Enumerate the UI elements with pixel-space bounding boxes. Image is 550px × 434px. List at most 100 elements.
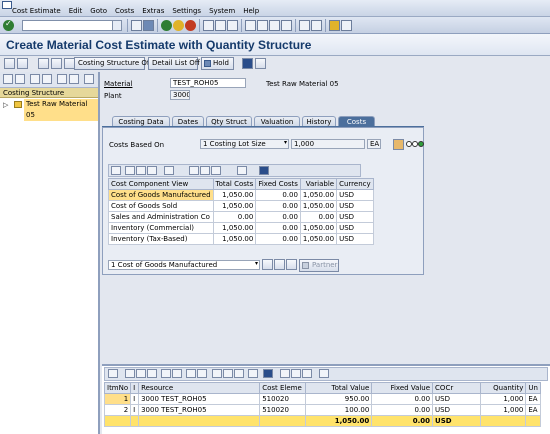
shortcut-icon[interactable] bbox=[311, 20, 322, 31]
material-field[interactable]: TEST_ROH05 bbox=[170, 78, 246, 88]
filter-icon[interactable] bbox=[30, 74, 40, 84]
find-icon[interactable] bbox=[84, 74, 94, 84]
info-icon[interactable] bbox=[263, 369, 273, 378]
other-cost-estimate-icon[interactable] bbox=[4, 58, 15, 69]
column-header[interactable]: I bbox=[130, 382, 140, 394]
detail-list-off-button[interactable]: Detail List Off bbox=[148, 57, 200, 70]
table-row[interactable]: Sales and Administration Co 0.00 0.00 0.… bbox=[108, 211, 374, 223]
column-header[interactable]: Quantity bbox=[480, 382, 527, 394]
first-page-icon[interactable] bbox=[245, 20, 256, 31]
exit-icon[interactable] bbox=[173, 20, 184, 31]
cell-item-number[interactable]: 2 bbox=[103, 404, 132, 416]
create-session-icon[interactable] bbox=[299, 20, 310, 31]
layout-menu-icon[interactable] bbox=[341, 20, 352, 31]
cell-view[interactable]: Inventory (Commercial) bbox=[108, 222, 214, 234]
print-preview-icon[interactable] bbox=[57, 74, 67, 84]
layout-icon[interactable] bbox=[248, 369, 258, 378]
table-row[interactable]: Cost of Goods Manufactured 1,050.00 0.00… bbox=[108, 189, 374, 201]
cost-display-icon[interactable] bbox=[393, 139, 404, 150]
sum-icon[interactable] bbox=[164, 166, 174, 175]
column-header[interactable]: Total Value bbox=[305, 382, 373, 394]
menu-cost-estimate[interactable]: Cost Estimate bbox=[12, 7, 61, 15]
column-header[interactable]: Fixed Costs bbox=[255, 178, 301, 190]
menu-system[interactable]: System bbox=[209, 7, 235, 15]
find-icon[interactable] bbox=[215, 20, 226, 31]
cost-component-view-icon[interactable] bbox=[255, 58, 266, 69]
costing-structure-off-button[interactable]: Costing Structure Off bbox=[74, 57, 152, 70]
save-icon[interactable] bbox=[143, 20, 154, 31]
select-all-icon[interactable] bbox=[302, 369, 312, 378]
column-header[interactable]: Resource bbox=[138, 382, 261, 394]
info-icon[interactable] bbox=[242, 58, 253, 69]
previous-object-icon[interactable] bbox=[38, 58, 49, 69]
column-settings-icon[interactable] bbox=[69, 74, 79, 84]
column-header[interactable]: Un bbox=[525, 382, 541, 394]
table-row[interactable]: Inventory (Commercial) 1,050.00 0.00 1,0… bbox=[108, 222, 374, 234]
dropdown-arrow-icon[interactable]: ▾ bbox=[284, 140, 287, 147]
cell-view[interactable]: Sales and Administration Co bbox=[108, 211, 214, 223]
print-icon[interactable] bbox=[189, 166, 199, 175]
cell-item-number[interactable]: 1 bbox=[103, 393, 132, 405]
expand-triangle-icon[interactable]: ▷ bbox=[3, 100, 8, 111]
cost-components-icon[interactable] bbox=[319, 369, 329, 378]
column-header[interactable]: Cost Component View bbox=[108, 178, 214, 190]
delete-row-icon[interactable] bbox=[291, 369, 301, 378]
menu-edit[interactable]: Edit bbox=[69, 7, 83, 15]
layout-icon[interactable] bbox=[237, 166, 247, 175]
find-icon[interactable] bbox=[147, 166, 157, 175]
cost-component-view-select[interactable]: 1 Cost of Goods Manufactured ▾ bbox=[108, 260, 260, 270]
details-icon[interactable] bbox=[108, 369, 118, 378]
back-icon[interactable] bbox=[161, 20, 172, 31]
find-icon[interactable] bbox=[147, 369, 157, 378]
cell-view[interactable]: Cost of Goods Manufactured bbox=[108, 189, 214, 201]
sum-icon[interactable] bbox=[186, 369, 196, 378]
dropdown-arrow-icon[interactable]: ▾ bbox=[255, 261, 258, 268]
cancel-icon[interactable] bbox=[185, 20, 196, 31]
cell-view[interactable]: Cost of Goods Sold bbox=[108, 200, 214, 212]
command-history-dropdown-icon[interactable] bbox=[112, 21, 121, 30]
enter-check-icon[interactable] bbox=[3, 19, 14, 31]
filter-icon[interactable] bbox=[161, 369, 171, 378]
last-page-icon[interactable] bbox=[281, 20, 292, 31]
back-arrow-icon[interactable] bbox=[131, 20, 142, 31]
hierarchy-icon[interactable] bbox=[286, 259, 297, 270]
subtotal-icon[interactable] bbox=[197, 369, 207, 378]
views-icon[interactable] bbox=[223, 369, 233, 378]
print-icon[interactable] bbox=[203, 20, 214, 31]
cell-view[interactable]: Inventory (Tax-Based) bbox=[108, 233, 214, 245]
sort-ascending-icon[interactable] bbox=[125, 369, 135, 378]
table-row[interactable]: 2 I 3000 TEST_ROH05 510020 100.00 0.00 U… bbox=[103, 404, 541, 416]
info-icon[interactable] bbox=[259, 166, 269, 175]
menu-settings[interactable]: Settings bbox=[172, 7, 201, 15]
sort-ascending-icon[interactable] bbox=[125, 166, 135, 175]
details-icon[interactable] bbox=[111, 166, 121, 175]
display-details-icon[interactable] bbox=[262, 259, 273, 270]
menu-extras[interactable]: Extras bbox=[142, 7, 164, 15]
column-header[interactable]: Total Costs bbox=[212, 178, 257, 190]
next-page-icon[interactable] bbox=[269, 20, 280, 31]
next-object-icon[interactable] bbox=[51, 58, 62, 69]
export-icon[interactable] bbox=[211, 166, 221, 175]
expand-all-icon[interactable] bbox=[3, 74, 13, 84]
print-icon[interactable] bbox=[212, 369, 222, 378]
column-header[interactable]: Variable bbox=[299, 178, 338, 190]
column-header[interactable]: Cost Eleme bbox=[259, 382, 307, 394]
sort-descending-icon[interactable] bbox=[136, 166, 146, 175]
collapse-all-icon[interactable] bbox=[15, 74, 25, 84]
export-icon[interactable] bbox=[234, 369, 244, 378]
views-icon[interactable] bbox=[200, 166, 210, 175]
sort-descending-icon[interactable] bbox=[136, 369, 146, 378]
column-header[interactable]: Fixed Value bbox=[371, 382, 434, 394]
column-header[interactable]: COCr bbox=[432, 382, 482, 394]
table-row[interactable]: Inventory (Tax-Based) 1,050.00 0.00 1,05… bbox=[108, 233, 374, 245]
sap-window-icon[interactable] bbox=[2, 1, 12, 9]
filter-delete-icon[interactable] bbox=[172, 369, 182, 378]
layout-icon[interactable] bbox=[42, 74, 52, 84]
hold-button[interactable]: Hold bbox=[201, 57, 234, 70]
table-row[interactable]: 1 I 3000 TEST_ROH05 510020 950.00 0.00 U… bbox=[103, 393, 541, 405]
menu-help[interactable]: Help bbox=[243, 7, 259, 15]
command-field[interactable] bbox=[22, 20, 122, 31]
help-icon[interactable] bbox=[329, 20, 340, 31]
plant-field[interactable]: 3000 bbox=[170, 90, 190, 100]
cost-comparison-icon[interactable] bbox=[274, 259, 285, 270]
